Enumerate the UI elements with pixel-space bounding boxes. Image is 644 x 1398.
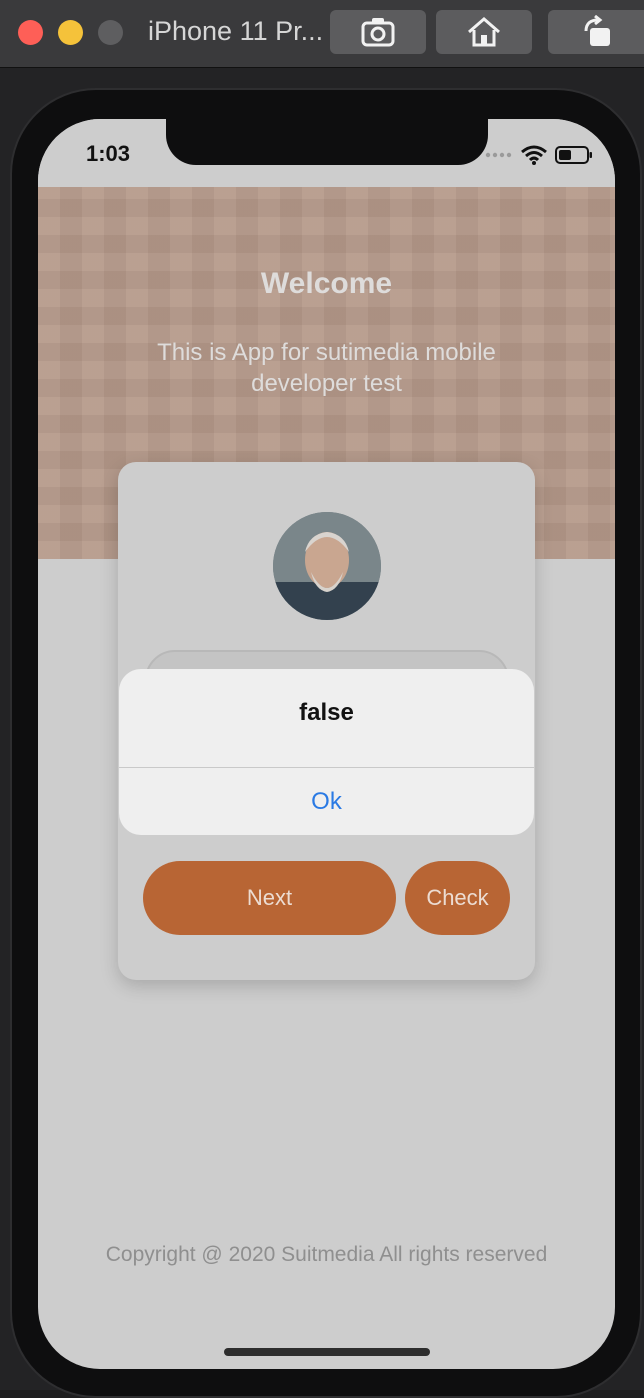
simulator-title-bar: iPhone 11 Pr... bbox=[0, 0, 644, 68]
screenshot-icon bbox=[361, 18, 395, 47]
welcome-subtitle: This is App for sutimedia mobile develop… bbox=[157, 339, 496, 397]
avatar-portrait bbox=[273, 512, 381, 620]
phone-screen: 1:03 Welcome This is App for sutimedia m… bbox=[38, 119, 615, 1369]
signal-icon bbox=[485, 152, 512, 158]
wifi-icon bbox=[521, 145, 547, 165]
window-title: iPhone 11 Pr... bbox=[148, 16, 324, 46]
alert-ok-button[interactable]: Ok bbox=[119, 768, 534, 835]
battery-icon bbox=[555, 146, 592, 164]
screenshot-button[interactable] bbox=[330, 10, 426, 54]
welcome-title: Welcome bbox=[260, 267, 393, 300]
home-button[interactable] bbox=[436, 10, 532, 54]
minimize-window-button[interactable] bbox=[58, 20, 83, 45]
alert-title: false bbox=[299, 699, 354, 726]
status-icons bbox=[485, 145, 593, 165]
close-window-button[interactable] bbox=[18, 20, 43, 45]
copyright-text: Copyright @ 2020 Suitmedia All rights re… bbox=[105, 1243, 548, 1266]
home-icon bbox=[468, 17, 500, 47]
next-button[interactable]: Next bbox=[143, 861, 396, 935]
rotate-button[interactable] bbox=[548, 10, 644, 54]
device-notch bbox=[166, 119, 488, 165]
rotate-icon bbox=[584, 15, 610, 46]
status-time: 1:03 bbox=[86, 141, 131, 166]
zoom-window-button[interactable] bbox=[98, 20, 123, 45]
home-indicator[interactable] bbox=[224, 1348, 430, 1356]
check-button[interactable]: Check bbox=[405, 861, 510, 935]
alert-dialog: false Ok bbox=[119, 669, 534, 835]
profile-avatar[interactable] bbox=[273, 512, 381, 620]
